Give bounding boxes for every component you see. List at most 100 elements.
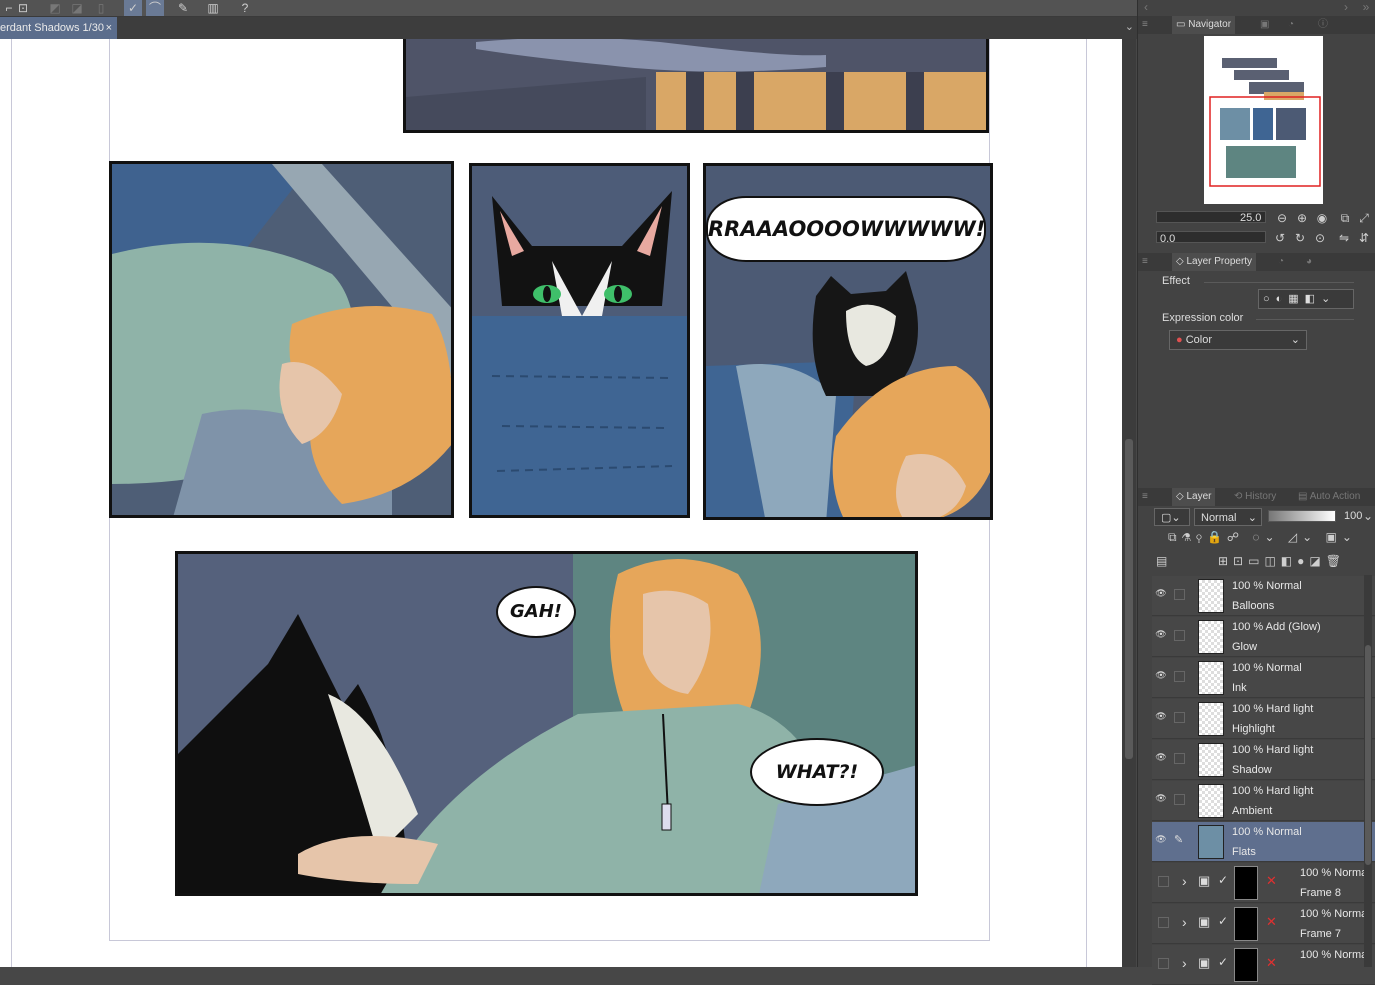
opacity-slider[interactable] (1268, 510, 1336, 522)
eye-icon[interactable]: 👁 (1154, 752, 1168, 763)
opacity-stepper[interactable]: ⌄ (1360, 509, 1375, 523)
tab-search-icon[interactable]: ◔ (1284, 16, 1298, 34)
frame-folder-icon: ▣ (1198, 955, 1211, 970)
layer-checkbox[interactable] (1158, 958, 1169, 969)
blend-mode-dropdown[interactable]: Normal ⌄ (1194, 508, 1262, 526)
layer-row[interactable]: 👁 100 % Hard light Ambient (1152, 781, 1375, 821)
tool-icon-1[interactable]: ◩ (46, 0, 64, 16)
rotate-right-icon[interactable]: ↻ (1292, 231, 1308, 245)
layer-mode: 100 % Normal (1300, 949, 1370, 961)
layer-checkbox[interactable] (1158, 917, 1169, 928)
document-tab[interactable]: erdant Shadows 1/30 × (0, 17, 117, 39)
layer-list-icon[interactable]: ▤ (1156, 554, 1167, 568)
zoom-out-icon[interactable]: ⊖ (1274, 211, 1290, 225)
ruler-icon[interactable]: ✓ (124, 0, 142, 16)
tab-auto-action-label: Auto Action (1309, 491, 1361, 502)
chevron-right-icon[interactable]: › (1182, 955, 1187, 971)
layer-checkbox[interactable] (1174, 753, 1185, 764)
curve-ruler-icon[interactable]: ⌒ (146, 0, 164, 16)
layer-checkbox[interactable] (1174, 712, 1185, 723)
navigator-preview[interactable] (1204, 36, 1323, 204)
tab-history[interactable]: ⟲ History (1230, 488, 1280, 506)
layer-name: Highlight (1232, 723, 1275, 735)
layer-color-dropdown[interactable]: ▢⌄ (1154, 508, 1190, 526)
eye-icon[interactable]: 👁 (1154, 629, 1168, 640)
layer-thumbnail (1198, 579, 1224, 613)
layer-checkbox[interactable] (1158, 876, 1169, 887)
layer-scrollbar[interactable] (1364, 575, 1372, 967)
fill-screen-icon[interactable]: ⤢ (1356, 211, 1372, 225)
canvas-vertical-scrollbar[interactable] (1122, 39, 1136, 967)
layer-row[interactable]: 👁 100 % Normal Balloons (1152, 576, 1375, 616)
document-tab-title: erdant Shadows 1/30 (0, 22, 104, 34)
tab-navigator[interactable]: ▭ Navigator (1172, 16, 1236, 34)
crop-icon[interactable]: ⊡ (14, 0, 32, 16)
layer-checkbox[interactable] (1174, 794, 1185, 805)
tab-auto-action[interactable]: ▤ Auto Action (1294, 488, 1364, 506)
dock-collapse-icon[interactable]: ‹ (1138, 0, 1154, 14)
frame-folder-row[interactable]: › ▣ ✓ ✕ 100 % Normal (1152, 945, 1375, 985)
frame-folder-row[interactable]: › ▣ ✓ ✕ 100 % Normal Frame 8 (1152, 863, 1375, 903)
edit-icon[interactable]: ✎ (174, 0, 192, 16)
comic-panel-sleeping (109, 161, 454, 518)
layer-name: Shadow (1232, 764, 1272, 776)
eye-icon[interactable]: 👁 (1154, 793, 1168, 804)
tab-layer-property[interactable]: ◇ Layer Property (1172, 253, 1257, 271)
mask-disabled-icon[interactable]: ✕ (1266, 873, 1277, 889)
check-icon[interactable]: ✓ (1218, 914, 1228, 928)
fit-icon[interactable]: ⧉ (1337, 211, 1353, 225)
frame-folder-row[interactable]: › ▣ ✓ ✕ 100 % Normal Frame 7 (1152, 904, 1375, 944)
check-icon[interactable]: ✓ (1218, 873, 1228, 887)
chevron-right-icon[interactable]: › (1182, 914, 1187, 930)
layer-row[interactable]: 👁 100 % Normal Ink (1152, 658, 1375, 698)
mask-disabled-icon[interactable]: ✕ (1266, 955, 1277, 971)
layer-checkbox[interactable] (1174, 630, 1185, 641)
device-icon[interactable]: ▥ (204, 0, 222, 16)
tab-search-layer-icon[interactable]: ◔ (1274, 253, 1288, 271)
layer-row[interactable]: ✎ 👁 100 % Normal Flats (1152, 822, 1375, 862)
tool-icon-2[interactable]: ◪ (68, 0, 86, 16)
layer-toolbar-row1[interactable]: ⧉⚗⚲🔒☍ ◌⌄ ◿⌄ ▣⌄ (1168, 530, 1375, 546)
mask-disabled-icon[interactable]: ✕ (1266, 914, 1277, 930)
frame-folder-icon: ▣ (1198, 873, 1211, 888)
close-icon[interactable]: × (106, 17, 112, 39)
reset-rotation-icon[interactable]: ⊙ (1312, 231, 1328, 245)
layer-thumbnail (1198, 620, 1224, 654)
tool-icon-3[interactable]: ▯ (92, 0, 110, 16)
layer-row[interactable]: 👁 100 % Hard light Shadow (1152, 740, 1375, 780)
flip-horizontal-icon[interactable]: ⇋ (1336, 231, 1352, 245)
dock-expand-icon[interactable]: › (1338, 0, 1354, 14)
eye-icon[interactable]: 👁 (1154, 834, 1168, 845)
eye-icon[interactable]: 👁 (1154, 670, 1168, 681)
tab-layer[interactable]: ◇ Layer (1172, 488, 1216, 506)
page-guide (109, 940, 990, 941)
expression-color-dropdown[interactable]: ● Color ⌄ (1169, 330, 1307, 350)
effect-buttons[interactable]: ○◐▦◧⌄ (1258, 289, 1354, 309)
help-icon[interactable]: ? (236, 0, 254, 16)
zoom-in-icon[interactable]: ⊕ (1294, 211, 1310, 225)
layer-checkbox[interactable] (1174, 671, 1185, 682)
layer-toolbar-row2[interactable]: ▤ ⊞⊡▭◫◧●◪🗑 (1156, 554, 1375, 570)
scrollbar-thumb[interactable] (1125, 439, 1133, 759)
tab-tool-property-icon[interactable]: ◕ (1302, 253, 1316, 271)
rotate-left-icon[interactable]: ↺ (1272, 231, 1288, 245)
layer-thumbnail (1198, 784, 1224, 818)
layer-row[interactable]: 👁 100 % Add (Glow) Glow (1152, 617, 1375, 657)
chevron-down-icon[interactable]: ⌄ (1125, 20, 1134, 33)
layer-scrollbar-thumb[interactable] (1365, 645, 1371, 865)
flip-vertical-icon[interactable]: ⇵ (1356, 231, 1372, 245)
tab-info-icon[interactable]: ⓘ (1314, 16, 1332, 34)
layer-name: Glow (1232, 641, 1258, 653)
new-layer-buttons[interactable]: ⊞⊡▭◫◧●◪🗑 (1218, 554, 1346, 568)
navigator-thumbnail (1204, 36, 1323, 204)
layer-row[interactable]: 👁 100 % Hard light Highlight (1152, 699, 1375, 739)
eye-icon[interactable]: 👁 (1154, 588, 1168, 599)
pen-icon: ✎ (1174, 834, 1184, 846)
canvas[interactable]: RRAAAOOOOWWWWW! GAH! WHAT?! (0, 39, 1122, 967)
dock-collapse-right-icon[interactable]: » (1358, 0, 1374, 14)
layer-checkbox[interactable] (1174, 589, 1185, 600)
eye-icon[interactable]: 👁 (1154, 711, 1168, 722)
tab-subview-icon[interactable]: ▣ (1256, 16, 1273, 34)
chevron-right-icon[interactable]: › (1182, 873, 1187, 889)
zoom-actual-icon[interactable]: ◉ (1314, 211, 1330, 225)
